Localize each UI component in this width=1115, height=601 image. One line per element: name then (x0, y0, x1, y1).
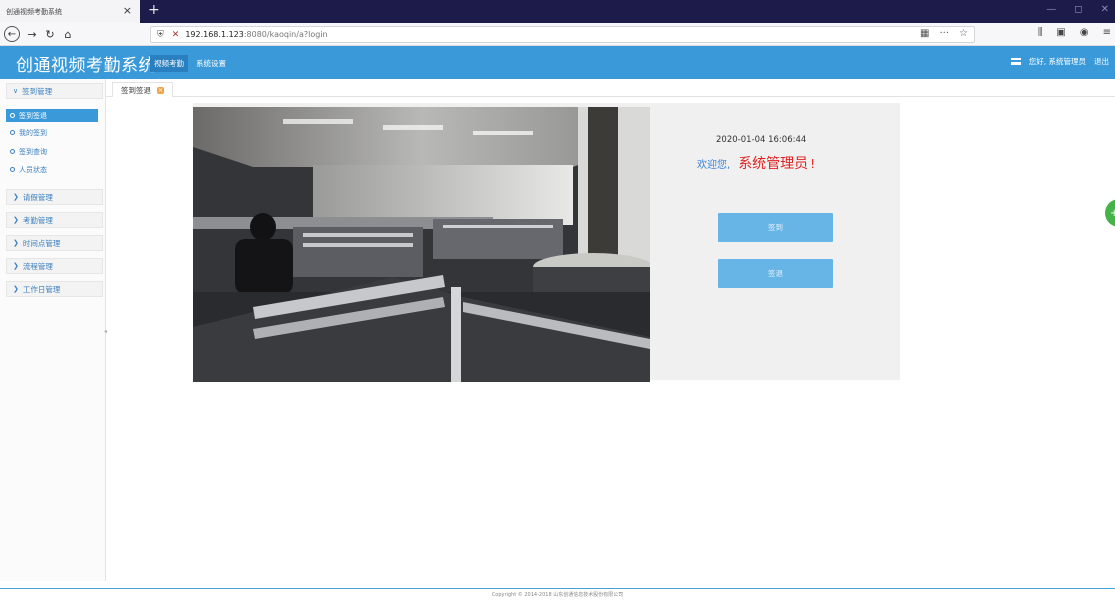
sidebar-item-signin-query[interactable]: 签到查询 (6, 145, 98, 158)
sidebar-collapse-handle[interactable]: ◂ (104, 328, 108, 335)
content-tab-bar: 签到签退 × (106, 79, 1115, 97)
chevron-right-icon: ❯ (13, 193, 19, 201)
user-greeting[interactable]: 您好, 系统管理员 (1029, 56, 1086, 67)
bookmark-star-icon[interactable]: ☆ (959, 28, 968, 39)
sidebar-item-my-signin[interactable]: 我的签到 (6, 126, 98, 139)
sidebar-group-label: 请假管理 (22, 192, 53, 202)
menu-icon[interactable] (1010, 58, 1021, 65)
sidebar-item-label: 签到查询 (19, 147, 47, 156)
bullet-icon (10, 113, 15, 118)
sidebar: ∨ 签到管理 签到签退 我的签到 签到查询 人员状态 ❯ 请假管理 ❯ 考勤管理… (0, 79, 108, 581)
sidebar-item-label: 签到签退 (19, 111, 47, 120)
home-icon[interactable]: ⌂ (60, 26, 76, 42)
url-bar[interactable]: ⛨ ✕ 192.168.1.123:8080/kaoqin/a?login ▦ … (150, 26, 975, 43)
header-user-area: 您好, 系统管理员 退出 (1010, 56, 1109, 67)
reload-icon[interactable]: ↻ (42, 26, 58, 42)
sidebar-group-label: 时间点管理 (22, 238, 61, 248)
url-text[interactable]: 192.168.1.123:8080/kaoqin/a?login (185, 30, 327, 39)
signin-button[interactable]: 签到 (718, 213, 833, 242)
sidebar-toggle-icon[interactable]: ▣ (1056, 27, 1065, 38)
sidebar-item-staff-status[interactable]: 人员状态 (6, 163, 98, 176)
floating-plus-icon[interactable]: + (1105, 199, 1115, 227)
signin-panel: 2020-01-04 16:06:44 欢迎您, 系统管理员 ! 签到 签退 (193, 103, 900, 382)
library-icon[interactable]: ⫼ (1038, 27, 1043, 38)
account-icon[interactable]: ◉ (1080, 27, 1089, 38)
chevron-right-icon: ❯ (13, 216, 19, 224)
bullet-icon (10, 149, 15, 154)
welcome-suffix: ! (810, 157, 815, 171)
sidebar-group-leave[interactable]: ❯ 请假管理 (6, 189, 103, 205)
topnav-video-attendance[interactable]: 视频考勤 (150, 55, 188, 72)
app-header: 创通视频考勤系统 视频考勤 系统设置 您好, 系统管理员 退出 (0, 46, 1115, 79)
sidebar-group-signin[interactable]: ∨ 签到管理 (6, 83, 103, 99)
sidebar-group-label: 考勤管理 (22, 215, 53, 225)
minimize-icon[interactable]: — (1046, 4, 1056, 15)
insecure-lock-icon[interactable]: ✕ (172, 30, 180, 40)
camera-feed (193, 107, 650, 382)
maximize-icon[interactable]: ◻ (1074, 4, 1082, 15)
sidebar-group-attendance[interactable]: ❯ 考勤管理 (6, 212, 103, 228)
bullet-icon (10, 167, 15, 172)
window-controls: — ◻ ✕ (1046, 4, 1109, 15)
window-close-icon[interactable]: ✕ (1101, 4, 1109, 15)
bullet-icon (10, 130, 15, 135)
welcome-message: 欢迎您, 系统管理员 ! (697, 153, 815, 173)
sidebar-group-process[interactable]: ❯ 流程管理 (6, 258, 103, 274)
url-path: :8080/kaoqin/a?login (243, 30, 328, 39)
app-title: 创通视频考勤系统 (16, 56, 156, 76)
more-icon[interactable]: ··· (939, 28, 949, 39)
chevron-right-icon: ❯ (13, 285, 19, 293)
signout-button[interactable]: 签退 (718, 259, 833, 288)
welcome-prefix: 欢迎您, (697, 160, 731, 171)
top-nav: 视频考勤 系统设置 (150, 55, 234, 72)
current-datetime: 2020-01-04 16:06:44 (716, 135, 807, 145)
close-icon[interactable]: × (157, 86, 164, 94)
tab-close-icon[interactable]: × (123, 5, 132, 17)
hamburger-menu-icon[interactable]: ≡ (1103, 27, 1111, 38)
url-host: 192.168.1.123 (185, 30, 244, 39)
new-tab-icon[interactable]: + (148, 2, 160, 18)
sidebar-item-label: 我的签到 (19, 128, 47, 137)
topnav-system-settings[interactable]: 系统设置 (192, 55, 230, 72)
sidebar-group-timepoint[interactable]: ❯ 时间点管理 (6, 235, 103, 251)
chevron-right-icon: ❯ (13, 239, 19, 247)
chevron-down-icon: ∨ (13, 87, 19, 95)
url-actions: ▦ ··· ☆ (920, 28, 968, 39)
browser-navbar: ← → ↻ ⌂ ⛨ ✕ 192.168.1.123:8080/kaoqin/a?… (0, 23, 1115, 46)
browser-toolbar-right: ⫼ ▣ ◉ ≡ (1038, 27, 1111, 38)
qr-code-icon[interactable]: ▦ (920, 28, 929, 39)
sidebar-group-label: 流程管理 (22, 261, 53, 271)
content-tab-label: 签到签退 (121, 85, 151, 95)
sidebar-item-label: 人员状态 (19, 165, 47, 174)
back-icon[interactable]: ← (4, 26, 20, 42)
browser-tab-strip: 创通视频考勤系统 × + — ◻ ✕ (0, 0, 1115, 23)
shield-icon[interactable]: ⛨ (157, 30, 164, 40)
footer-copyright: Copyright © 2014-2018 山东创通信息技术股份有限公司 (0, 588, 1115, 600)
forward-icon[interactable]: → (24, 26, 40, 42)
browser-tab[interactable]: 创通视频考勤系统 × (0, 0, 140, 23)
sidebar-item-signin-signout[interactable]: 签到签退 (6, 109, 98, 122)
content-tab-signin[interactable]: 签到签退 × (112, 82, 173, 97)
browser-tab-title: 创通视频考勤系统 (6, 7, 62, 16)
camera-feed-image (193, 107, 650, 382)
welcome-username: 系统管理员 (738, 156, 809, 172)
sidebar-group-label: 工作日管理 (22, 284, 61, 294)
chevron-right-icon: ❯ (13, 262, 19, 270)
sidebar-group-workday[interactable]: ❯ 工作日管理 (6, 281, 103, 297)
logout-link[interactable]: 退出 (1094, 56, 1109, 67)
sidebar-group-label: 签到管理 (22, 86, 53, 96)
